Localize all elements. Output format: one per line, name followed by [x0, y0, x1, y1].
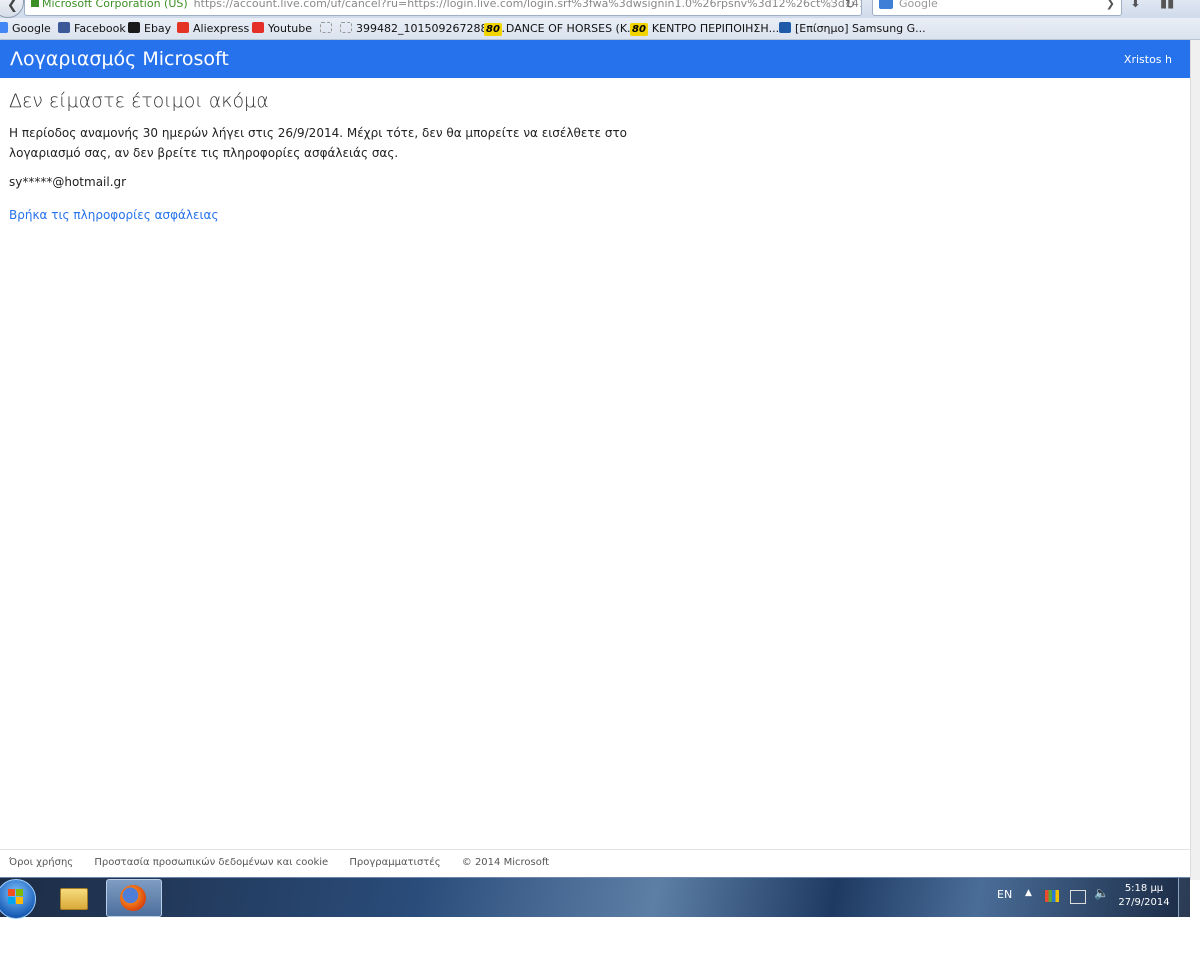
page-heading: Δεν είμαστε έτοιμοι ακόμα [9, 90, 269, 112]
show-hidden-icons-icon[interactable]: ▲ [1025, 888, 1032, 898]
facebook-icon [58, 22, 70, 33]
search-placeholder: Google [899, 0, 938, 10]
terms-link[interactable]: Όροι χρήσης [9, 857, 73, 868]
taskbar-explorer-button[interactable] [48, 880, 98, 915]
blank-page-icon [320, 22, 332, 33]
ebay-icon [128, 22, 140, 33]
back-arrow-icon: ❮ [7, 0, 18, 13]
bookmark-399482[interactable]: 399482_1015092672880... [340, 18, 505, 39]
url-text[interactable]: https://account.live.com/uf/cancel?ru=ht… [194, 0, 861, 10]
aliexpress-icon [177, 22, 189, 33]
clock-time: 5:18 μμ [1124, 883, 1164, 894]
user-name[interactable]: Xristos h [1124, 53, 1172, 66]
developers-link[interactable]: Προγραμματιστές [349, 857, 440, 868]
account-email: sy*****@hotmail.gr [9, 175, 127, 189]
browser-navigation-bar: ❮ Microsoft Corporation (US) https://acco… [0, 0, 1200, 19]
menu-icon[interactable]: ▮▮ [1160, 0, 1174, 11]
start-button[interactable] [0, 879, 36, 919]
80-badge-icon: 80 [484, 23, 502, 36]
download-icon[interactable]: ⬇ [1130, 0, 1141, 11]
google-icon[interactable] [879, 0, 893, 9]
copyright: © 2014 Microsoft [461, 857, 550, 868]
bookmark-google[interactable]: Google [0, 18, 51, 39]
privacy-link[interactable]: Προστασία προσωπικών δεδομένων και cooki… [94, 857, 328, 868]
google-icon [0, 22, 8, 33]
bookmark-kentro[interactable]: 80 ΚΕΝΤΡΟ ΠΕΡΙΠΟΙΗΣΗ... [630, 18, 779, 39]
firefox-icon [120, 885, 146, 911]
site-identity[interactable]: Microsoft Corporation (US) [42, 0, 188, 10]
lock-icon [31, 0, 39, 7]
scrollbar[interactable] [1190, 40, 1200, 880]
youtube-icon [252, 22, 264, 33]
volume-icon[interactable]: 🔈 [1094, 886, 1109, 900]
bookmark-star-icon[interactable]: ☆ [826, 0, 837, 13]
blank-page-icon [340, 22, 352, 33]
bookmark-youtube[interactable]: Youtube [252, 18, 312, 39]
windows-taskbar: EN ▲ 🔈 5:18 μμ 27/9/2014 [0, 877, 1191, 919]
bookmark-aliexpress[interactable]: Aliexpress [177, 18, 249, 39]
windows-logo-icon [8, 889, 24, 905]
reload-icon[interactable]: ↻ [845, 0, 855, 13]
bookmark-ebay[interactable]: Ebay [128, 18, 171, 39]
footer-divider [0, 849, 1190, 850]
search-go-icon[interactable]: ❯ [1106, 0, 1115, 13]
page-title[interactable]: Λογαριασμός Microsoft [10, 48, 229, 70]
bookmark-dance-of-horses[interactable]: 80 DANCE OF HORSES (K... [484, 18, 638, 39]
bookmark-samsung[interactable]: [Επίσημο] Samsung G... [779, 18, 926, 39]
bookmark-facebook[interactable]: Facebook [58, 18, 126, 39]
waiting-period-message: Η περίοδος αναμονής 30 ημερών λήγει στις… [9, 126, 628, 160]
taskbar-firefox-button[interactable] [106, 879, 162, 917]
page-footer: Όροι χρήσης Προστασία προσωπικών δεδομέν… [9, 857, 567, 868]
bookmarks-toolbar: Google Facebook Ebay Aliexpress Youtube … [0, 18, 1200, 40]
network-icon[interactable] [1070, 890, 1086, 904]
found-security-info-link[interactable]: Βρήκα τις πληροφορίες ασφάλειας [9, 208, 219, 222]
bookmark-blank[interactable] [320, 18, 336, 39]
samsung-icon [779, 22, 791, 33]
url-bar[interactable]: Microsoft Corporation (US) https://accoun… [24, 0, 862, 16]
search-input[interactable]: Google ❯ [872, 0, 1122, 16]
folder-icon [60, 888, 88, 910]
action-center-flag-icon[interactable] [1045, 890, 1059, 902]
system-clock[interactable]: 5:18 μμ 27/9/2014 [1114, 882, 1174, 910]
80-badge-icon: 80 [630, 23, 648, 36]
page-header: Λογαριασμός Microsoft Xristos h [0, 40, 1190, 78]
clock-date: 27/9/2014 [1118, 897, 1170, 908]
show-desktop-button[interactable] [1178, 878, 1191, 917]
back-button[interactable]: ❮ [0, 0, 24, 18]
language-indicator[interactable]: EN [997, 888, 1012, 901]
